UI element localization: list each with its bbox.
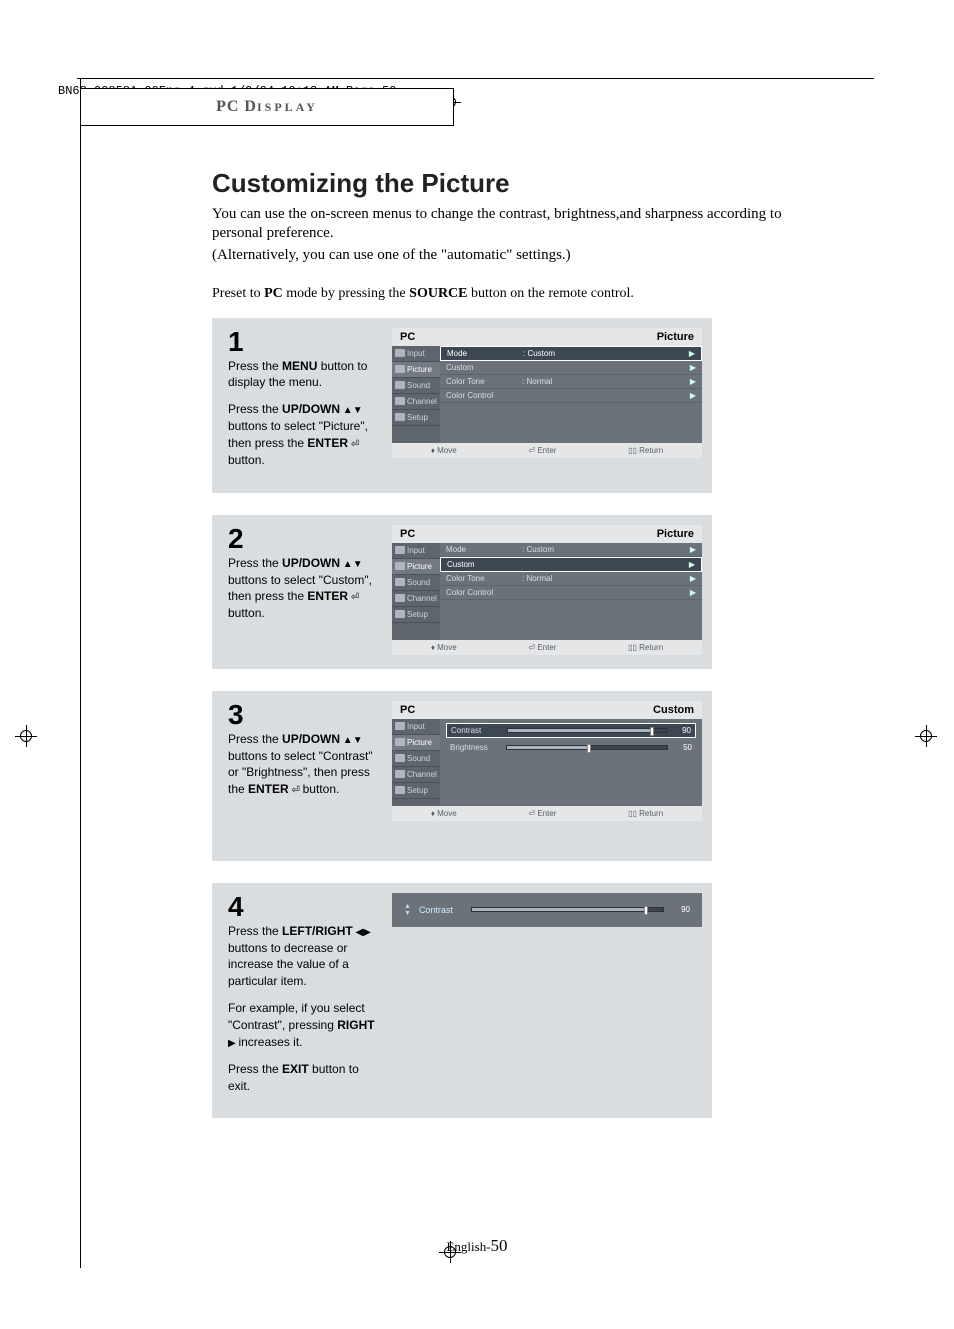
up-down-icon: ▲▼ <box>404 903 411 917</box>
step-3-number: 3 <box>228 701 382 729</box>
left-rule <box>80 78 81 1268</box>
page-frame: PC DISPLAY Customizing the Picture You c… <box>78 78 876 1268</box>
osd-screenshot-3: PCCustom Input Picture Sound Channel Set… <box>392 701 702 847</box>
step-1-number: 1 <box>228 328 382 356</box>
crop-mark-left <box>16 726 38 748</box>
osd-screenshot-1: PCPicture Input Picture Sound Channel Se… <box>392 328 702 479</box>
step-4-text: Press the LEFT/RIGHT ◀▶ buttons to decre… <box>228 923 382 1095</box>
content: Customizing the Picture You can use the … <box>212 168 858 1140</box>
osd-screenshot-2: PCPicture Input Picture Sound Channel Se… <box>392 525 702 655</box>
crop-mark-bottom <box>440 1242 460 1262</box>
step-3: 3 Press the UP/DOWN ▲▼ buttons to select… <box>212 691 712 861</box>
page-footer: English-50 <box>78 1236 876 1256</box>
step-2-number: 2 <box>228 525 382 553</box>
osd-sidebar: Input Picture Sound Channel Setup <box>392 346 440 443</box>
step-1-text: Press the MENU button to display the men… <box>228 358 382 469</box>
top-rule <box>80 78 874 79</box>
section-tab-text: PC DISPLAY <box>216 98 318 116</box>
preset-note: Preset to PC mode by pressing the SOURCE… <box>212 286 858 302</box>
step-4-number: 4 <box>228 893 382 921</box>
step-4: 4 Press the LEFT/RIGHT ◀▶ buttons to dec… <box>212 883 712 1119</box>
osd-screenshot-4: ▲▼ Contrast 90 <box>392 893 702 927</box>
intro-2: (Alternatively, you can use one of the "… <box>212 247 858 264</box>
step-3-text: Press the UP/DOWN ▲▼ buttons to select "… <box>228 731 382 799</box>
step-2-text: Press the UP/DOWN ▲▼ buttons to select "… <box>228 555 382 623</box>
step-2: 2 Press the UP/DOWN ▲▼ buttons to select… <box>212 515 712 669</box>
intro-1: You can use the on-screen menus to chang… <box>212 205 794 243</box>
osd-main: Mode: Custom▶ Custom▶ Color Tone: Normal… <box>440 346 702 443</box>
page-title: Customizing the Picture <box>212 168 858 199</box>
slider-brightness: Brightness 50 <box>446 741 696 754</box>
step-1: 1 Press the MENU button to display the m… <box>212 318 712 493</box>
slider-contrast: Contrast 90 <box>446 723 696 738</box>
section-tab: PC DISPLAY <box>80 88 454 126</box>
crop-mark-right <box>916 726 938 748</box>
